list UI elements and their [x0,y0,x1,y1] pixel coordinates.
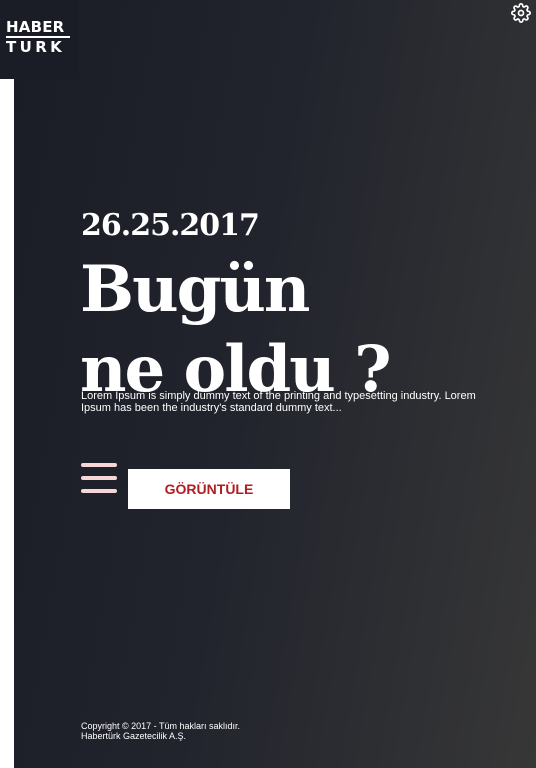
hero-panel: 26.25.2017 Bugün ne oldu ? Lorem Ipsum i… [14,0,536,768]
hero-description: Lorem Ipsum is simply dummy text of the … [81,390,476,414]
footer: Copyright © 2017 - Tüm hakları saklıdır.… [81,721,240,741]
footer-copyright: Copyright © 2017 - Tüm hakları saklıdır. [81,721,241,731]
gear-icon[interactable] [511,3,531,23]
view-button[interactable]: GÖRÜNTÜLE [128,469,290,509]
headline-line-1: Bugün [80,252,310,327]
hamburger-menu-icon[interactable] [81,461,117,495]
logo-line-2: TURK [6,38,66,56]
hero-date: 26.25.2017 [81,208,260,243]
logo-wordmark: HABER TURK [6,20,70,55]
menu-bar-top [81,463,117,467]
logo[interactable]: HABER TURK [0,0,79,79]
menu-bar-middle [81,476,117,480]
footer-company: Habertürk Gazetecilik A.Ş. [81,731,187,741]
menu-bar-bottom [81,489,117,493]
logo-line-1: HABER [6,20,70,38]
hero-headline: Bugün ne oldu ? [80,250,392,410]
